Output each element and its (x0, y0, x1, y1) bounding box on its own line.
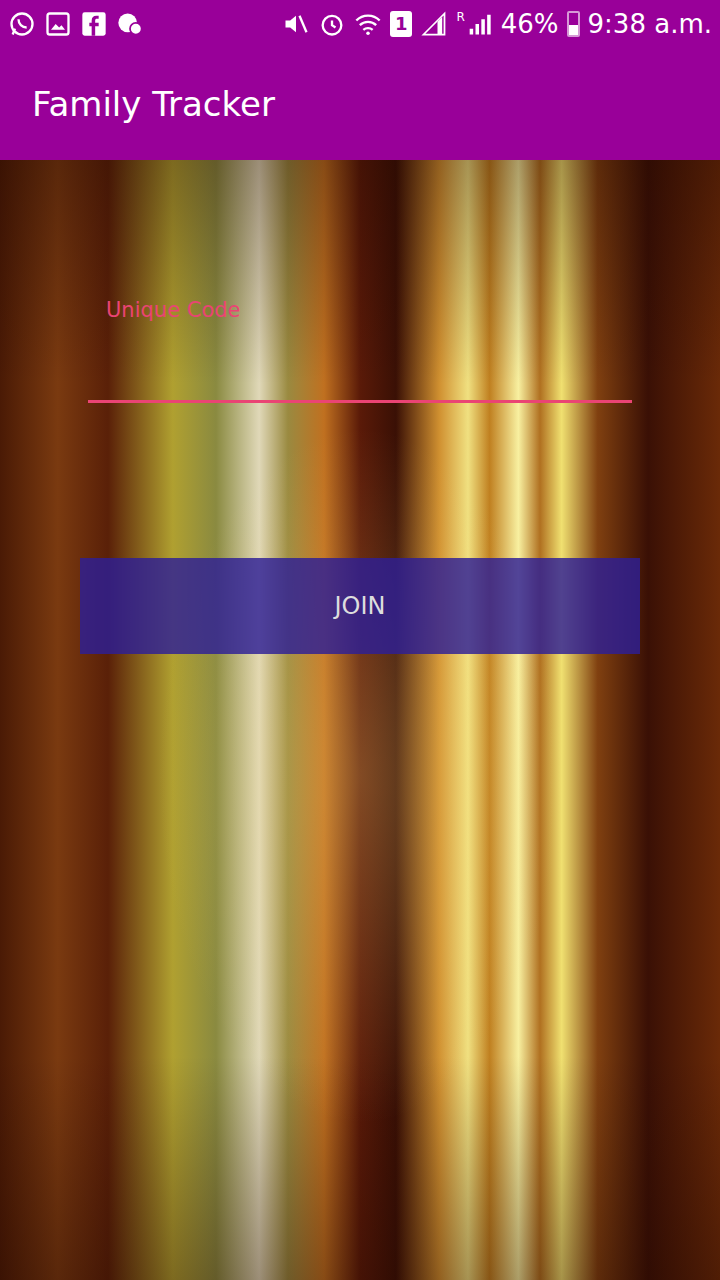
whatsapp-icon (8, 10, 36, 38)
signal-icon (465, 10, 493, 38)
wifi-icon (354, 10, 382, 38)
field-input[interactable] (88, 340, 632, 403)
chat-icon (116, 10, 144, 38)
battery-icon (567, 11, 580, 37)
app-bar: Family Tracker (0, 48, 720, 160)
content-area: Unique Code JOIN (0, 160, 720, 1280)
join-button[interactable]: JOIN (80, 558, 640, 654)
app-title: Family Tracker (32, 84, 275, 124)
sim-badge: 1 (390, 11, 413, 37)
status-bar: 1 R 46% 9:38 a.m. (0, 0, 720, 48)
unique-code-field[interactable]: Unique Code (80, 298, 640, 403)
battery-percent: 46% (501, 9, 559, 39)
alarm-icon (318, 10, 346, 38)
mute-icon (282, 10, 310, 38)
facebook-icon (80, 10, 108, 38)
field-label: Unique Code (88, 298, 632, 322)
gallery-icon (44, 10, 72, 38)
clock: 9:38 a.m. (588, 9, 712, 39)
signal-icon (420, 10, 448, 38)
screen: 1 R 46% 9:38 a.m. Family Tracker Unique Code J… (0, 0, 720, 1280)
roaming-label: R (456, 10, 464, 24)
